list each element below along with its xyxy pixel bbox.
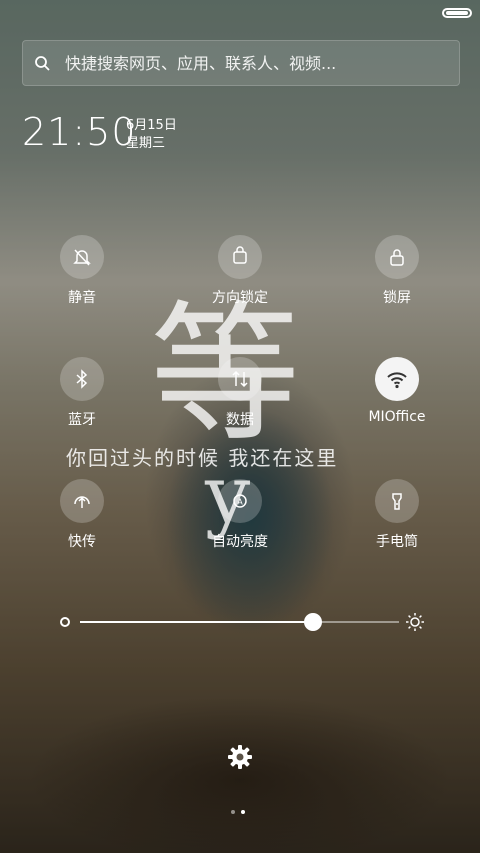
settings-gear-icon[interactable] [226, 743, 254, 771]
toggle-rotation-lock-label: 方向锁定 [212, 290, 268, 306]
search-bar[interactable] [22, 40, 460, 86]
toggle-flashlight-label: 手电筒 [376, 534, 418, 550]
wifi-icon [375, 357, 419, 401]
toggle-quick-share[interactable]: 快传 [22, 479, 142, 551]
toggle-rotation-lock[interactable]: 方向锁定 [180, 235, 300, 307]
battery-icon [442, 8, 472, 18]
brightness-slider[interactable] [60, 612, 425, 632]
quick-share-icon [60, 479, 104, 523]
page-dot [241, 810, 245, 814]
clock-date: 6月15日 星期三 [126, 117, 177, 153]
toggle-wifi-label: MIOffice [368, 409, 426, 425]
toggle-lock-screen-label: 锁屏 [383, 290, 411, 306]
page-dot [231, 810, 235, 814]
toggle-auto-brightness[interactable]: A 自动亮度 [180, 479, 300, 551]
lock-icon [375, 235, 419, 279]
page-indicator [231, 810, 245, 814]
brightness-fill [80, 621, 313, 623]
toggle-data[interactable]: 数据 [180, 357, 300, 429]
search-input[interactable] [63, 52, 459, 74]
brightness-thumb[interactable] [303, 613, 322, 631]
flashlight-icon [375, 479, 419, 523]
search-icon [33, 54, 51, 72]
auto-brightness-icon: A [218, 479, 262, 523]
brightness-track[interactable] [80, 613, 399, 631]
toggle-wifi[interactable]: MIOffice [337, 357, 457, 425]
rotation-lock-icon [218, 235, 262, 279]
toggle-bluetooth-label: 蓝牙 [68, 412, 96, 428]
weekday-text: 星期三 [126, 136, 166, 151]
wallpaper-lyric-text: 你回过头的时候 我还在这里 [66, 446, 339, 470]
clock-time: 21:50 [22, 110, 137, 154]
toggle-lock-screen[interactable]: 锁屏 [337, 235, 457, 307]
toggle-bluetooth[interactable]: 蓝牙 [22, 357, 142, 429]
toggle-mute-label: 静音 [68, 290, 96, 306]
brightness-low-icon [60, 617, 70, 627]
toggle-quick-share-label: 快传 [68, 534, 96, 550]
toggle-auto-brightness-label: 自动亮度 [212, 534, 268, 550]
bell-off-icon [60, 235, 104, 279]
svg-text:A: A [237, 498, 243, 507]
toggle-mute[interactable]: 静音 [22, 235, 142, 307]
date-text: 6月15日 [126, 118, 177, 133]
toggle-flashlight[interactable]: 手电筒 [337, 479, 457, 551]
toggle-data-label: 数据 [226, 412, 254, 428]
brightness-high-icon [405, 612, 425, 632]
mobile-data-icon [218, 357, 262, 401]
bluetooth-icon [60, 357, 104, 401]
